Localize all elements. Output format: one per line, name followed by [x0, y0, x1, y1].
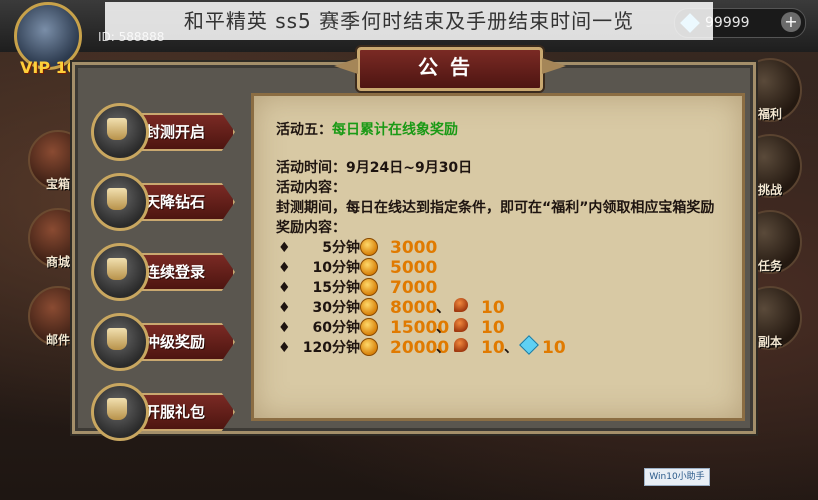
gold-coin-icon — [360, 258, 378, 276]
bullet-icon: ♦ — [278, 340, 291, 356]
trophy-icon — [91, 383, 149, 441]
tab-label: 冲级奖励 — [145, 333, 206, 351]
diamond-icon — [519, 335, 539, 355]
reward-list: ♦ 5分钟： 3000 ♦ 10分钟： 5000 ♦ 15分钟： 7000 ♦ 30分钟： 8000、… — [276, 238, 726, 358]
separator: 、 — [504, 340, 518, 356]
article-title-banner: 和平精英 ss5 赛季何时结束及手册结束时间一览 — [105, 2, 713, 40]
trophy-icon — [91, 173, 149, 231]
separator: 、 — [436, 340, 450, 356]
tab-closed-beta[interactable]: 封测开启 — [91, 103, 241, 161]
tab-level-rewards[interactable]: 冲级奖励 — [91, 313, 241, 371]
trophy-icon — [91, 243, 149, 301]
gem-amount: 10 — [542, 338, 566, 358]
gold-coin-icon — [360, 278, 378, 296]
announcement-content: 活动五：每日累计在线象奖励 活动时间：9月24日~9月30日 活动内容： 封测期… — [251, 93, 745, 421]
tab-launch-pack[interactable]: 开服礼包 — [91, 383, 241, 441]
watermark-logo: Win10小助手 — [644, 468, 710, 486]
separator: 、 — [436, 320, 450, 336]
food-amount: 10 — [481, 298, 505, 318]
tab-label: 连续登录 — [145, 263, 206, 281]
reward-row: ♦ 120分钟： 20000、 10、 10 — [276, 335, 726, 358]
reward-label: 奖励内容： — [276, 220, 346, 236]
gold-coin-icon — [360, 318, 378, 336]
announcement-dialog: 公告 封测开启 天降钻石 连续登录 冲级奖励 开服礼包 活动五：每日累计在线象奖… — [72, 47, 756, 441]
gold-coin-icon — [360, 338, 378, 356]
gold-amount: 7000 — [390, 278, 438, 298]
bullet-icon: ♦ — [278, 280, 291, 296]
bullet-icon: ♦ — [278, 320, 291, 336]
reward-row: ♦ 5分钟： 3000 — [276, 238, 726, 258]
food-icon — [454, 298, 468, 312]
add-currency-button[interactable]: + — [781, 12, 801, 32]
reward-row: ♦ 10分钟： 5000 — [276, 258, 726, 278]
gold-amount: 3000 — [390, 238, 438, 258]
trophy-icon — [91, 103, 149, 161]
announcement-tabs: 封测开启 天降钻石 连续登录 冲级奖励 开服礼包 — [91, 103, 241, 455]
activity-time: 活动时间：9月24日~9月30日 — [276, 160, 473, 176]
tab-diamond-drop[interactable]: 天降钻石 — [91, 173, 241, 231]
dialog-title-plate: 公告 — [357, 47, 543, 91]
tab-daily-login[interactable]: 连续登录 — [91, 243, 241, 301]
separator: 、 — [436, 300, 450, 316]
bullet-icon: ♦ — [278, 240, 291, 256]
bullet-icon: ♦ — [278, 260, 291, 276]
article-title: 和平精英 ss5 赛季何时结束及手册结束时间一览 — [183, 9, 635, 33]
activity-name: 每日累计在线象奖励 — [332, 122, 458, 138]
tab-label: 开服礼包 — [145, 403, 206, 421]
content-label: 活动内容： — [276, 180, 346, 196]
dialog-title: 公告 — [418, 55, 482, 79]
food-amount: 10 — [481, 338, 505, 358]
gold-coin-icon — [360, 298, 378, 316]
trophy-icon — [91, 313, 149, 371]
food-icon — [454, 338, 468, 352]
reward-row: ♦ 60分钟： 15000、 10 — [276, 318, 726, 338]
activity-description: 封测期间，每日在线达到指定条件，即可在“福利”内领取相应宝箱奖励 — [276, 200, 715, 216]
reward-row: ♦ 30分钟： 8000、 10 — [276, 298, 726, 318]
bullet-icon: ♦ — [278, 300, 291, 316]
gold-amount: 8000 — [390, 298, 438, 318]
activity-heading: 活动五：每日累计在线象奖励 — [276, 122, 458, 138]
tab-label: 天降钻石 — [145, 193, 206, 211]
tab-label: 封测开启 — [145, 123, 206, 141]
food-amount: 10 — [481, 318, 505, 338]
gold-amount: 5000 — [390, 258, 438, 278]
food-icon — [454, 318, 468, 332]
reward-row: ♦ 15分钟： 7000 — [276, 278, 726, 298]
gold-coin-icon — [360, 238, 378, 256]
